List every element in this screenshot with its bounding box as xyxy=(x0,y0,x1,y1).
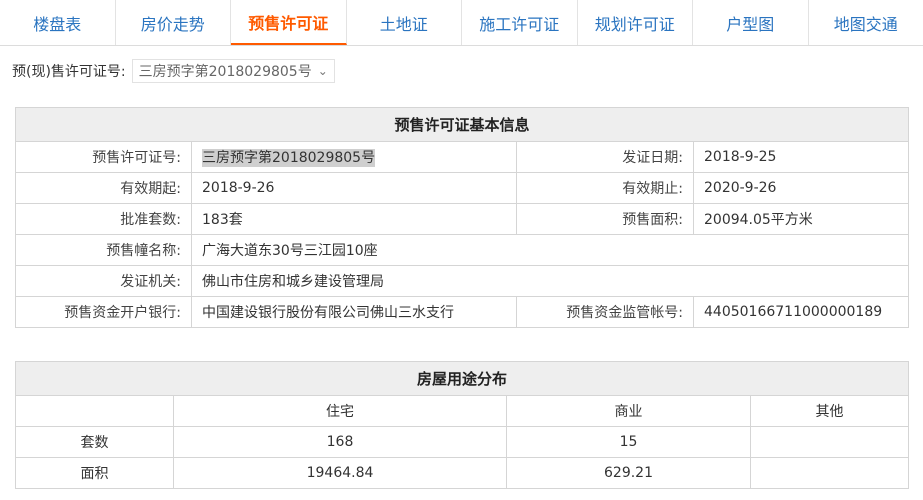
table-title: 房屋用途分布 xyxy=(14,361,910,396)
tab-building-table[interactable]: 楼盘表 xyxy=(0,0,116,45)
table-row: 预售资金开户银行: 中国建设银行股份有限公司佛山三水支行 预售资金监管帐号: 4… xyxy=(15,296,910,328)
account-label: 预售资金监管帐号: xyxy=(516,296,694,328)
usage-distribution-table: 房屋用途分布 住宅 商业 其他 套数 168 15 面积 19464.84 62… xyxy=(14,361,910,489)
issue-date-label: 发证日期: xyxy=(516,141,694,173)
permit-no-value: 三房预字第2018029805号 xyxy=(202,149,376,167)
column-header-blank xyxy=(15,395,174,427)
issue-date-value: 2018-9-25 xyxy=(692,141,910,173)
tab-presale-permit[interactable]: 预售许可证 xyxy=(231,0,347,45)
building-label: 预售幢名称: xyxy=(15,234,192,266)
table-title: 预售许可证基本信息 xyxy=(14,107,910,142)
tab-bar: 楼盘表 房价走势 预售许可证 土地证 施工许可证 规划许可证 户型图 地图交通 xyxy=(0,0,923,46)
table-row: 有效期起: 2018-9-26 有效期止: 2020-9-26 xyxy=(15,172,910,204)
table-row: 发证机关: 佛山市住房和城乡建设管理局 xyxy=(15,265,910,297)
row-label-area: 面积 xyxy=(15,457,174,489)
table-row: 批准套数: 183套 预售面积: 20094.05平方米 xyxy=(15,203,910,235)
tab-planning-permit[interactable]: 规划许可证 xyxy=(578,0,693,45)
units-residential: 168 xyxy=(173,426,507,458)
presale-area-label: 预售面积: xyxy=(516,203,694,235)
bank-value: 中国建设银行股份有限公司佛山三水支行 xyxy=(191,296,517,328)
valid-from-label: 有效期起: xyxy=(15,172,192,204)
permit-select[interactable]: 三房预字第2018029805号 ⌄ xyxy=(131,59,335,83)
valid-from-value: 2018-9-26 xyxy=(191,172,517,204)
table-row: 预售许可证号: 三房预字第2018029805号 发证日期: 2018-9-25 xyxy=(15,141,910,173)
table-header-row: 住宅 商业 其他 xyxy=(15,395,910,427)
units-other xyxy=(749,426,910,458)
tab-price-trend[interactable]: 房价走势 xyxy=(116,0,231,45)
column-header-commercial: 商业 xyxy=(506,395,751,427)
area-commercial: 629.21 xyxy=(506,457,751,489)
area-residential: 19464.84 xyxy=(173,457,507,489)
tab-floor-plan[interactable]: 户型图 xyxy=(693,0,809,45)
tab-land-certificate[interactable]: 土地证 xyxy=(347,0,462,45)
row-label-units: 套数 xyxy=(15,426,174,458)
table-row: 面积 19464.84 629.21 xyxy=(15,457,910,489)
permit-select-label: 预(现)售许可证号: xyxy=(12,64,126,80)
account-value: 44050166711000000189 xyxy=(692,296,910,328)
permit-no-label: 预售许可证号: xyxy=(15,141,192,173)
tab-construction-permit[interactable]: 施工许可证 xyxy=(462,0,578,45)
table-row: 套数 168 15 xyxy=(15,426,910,458)
units-commercial: 15 xyxy=(506,426,751,458)
valid-to-value: 2020-9-26 xyxy=(692,172,910,204)
authority-label: 发证机关: xyxy=(15,265,192,297)
presale-area-value: 20094.05平方米 xyxy=(692,203,910,235)
units-value: 183套 xyxy=(191,203,517,235)
tab-map-traffic[interactable]: 地图交通 xyxy=(809,0,923,45)
bank-label: 预售资金开户银行: xyxy=(15,296,192,328)
chevron-down-icon: ⌄ xyxy=(317,64,328,78)
column-header-other: 其他 xyxy=(749,395,910,427)
units-label: 批准套数: xyxy=(15,203,192,235)
valid-to-label: 有效期止: xyxy=(516,172,694,204)
building-value: 广海大道东30号三江园10座 xyxy=(190,234,910,266)
table-row: 预售幢名称: 广海大道东30号三江园10座 xyxy=(15,234,910,266)
area-other xyxy=(749,457,910,489)
column-header-residential: 住宅 xyxy=(173,395,507,427)
permit-select-value: 三房预字第2018029805号 xyxy=(138,64,312,80)
permit-basic-info-table: 预售许可证基本信息 预售许可证号: 三房预字第2018029805号 发证日期:… xyxy=(14,107,910,328)
permit-select-row: 预(现)售许可证号: 三房预字第2018029805号 ⌄ xyxy=(12,58,335,84)
authority-value: 佛山市住房和城乡建设管理局 xyxy=(190,265,910,297)
